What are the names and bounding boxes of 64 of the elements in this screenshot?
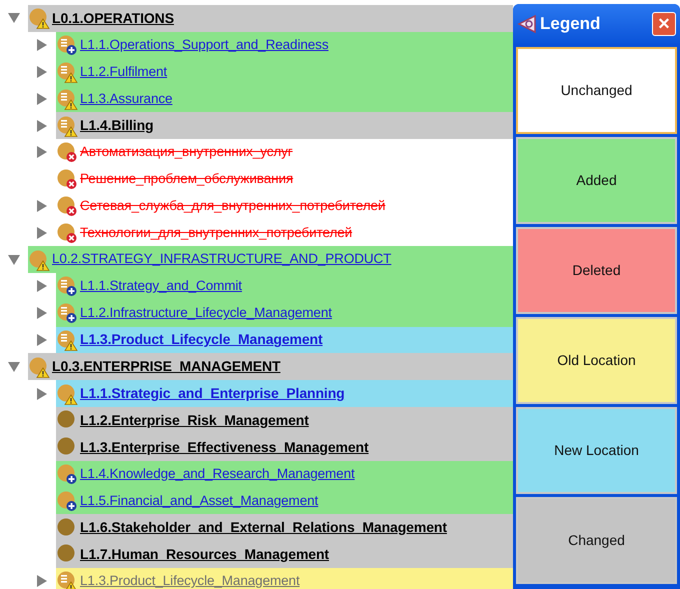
expand-icon[interactable] [37, 388, 47, 400]
legend-item[interactable]: Added [516, 137, 677, 224]
tree-row[interactable]: L1.3.Product_Lifecycle_Management [56, 326, 513, 354]
tree-node-label[interactable]: L1.5.Financial_and_Asset_Management [80, 490, 318, 511]
expand-icon[interactable] [37, 146, 47, 158]
legend-item[interactable]: Unchanged [516, 47, 677, 134]
collapse-icon[interactable] [8, 362, 20, 372]
expand-icon[interactable] [37, 66, 47, 78]
tree-row[interactable]: L0.2.STRATEGY_INFRASTRUCTURE_AND_PRODUCT [28, 246, 513, 273]
tree-row[interactable]: L1.1.Operations_Support_and_Readiness [56, 32, 513, 59]
window-title: Legend [540, 13, 600, 36]
tree-node-label[interactable]: L1.1.Strategic_and_Enterprise_Planning [80, 383, 345, 404]
tree-node-label[interactable]: L1.7.Human_Resources_Management [80, 544, 329, 565]
tree-row[interactable]: L1.3.Product_Lifecycle_Management [56, 568, 513, 589]
collapse-icon[interactable] [8, 254, 20, 265]
legend-item[interactable]: New Location [516, 407, 677, 494]
tree-node-label[interactable]: L1.3.Enterprise_Effectiveness_Management [80, 436, 369, 458]
tree-row[interactable]: L0.1.OPERATIONS [28, 5, 513, 32]
legend-item[interactable]: Changed [516, 497, 677, 584]
close-button[interactable]: × [652, 12, 676, 36]
tree-row[interactable]: L1.2.Fulfilment [56, 58, 513, 86]
expand-icon[interactable] [37, 280, 47, 292]
tree-row[interactable]: L1.2.Enterprise_Risk_Management [56, 406, 513, 434]
tree-node-label[interactable]: L1.2.Infrastructure_Lifecycle_Management [80, 303, 332, 324]
expand-icon[interactable] [37, 92, 47, 105]
expand-icon[interactable] [37, 39, 47, 52]
tree-row[interactable]: L1.4.Billing [56, 112, 513, 139]
tree-node-label[interactable]: Решение_проблем_обслуживания [80, 169, 294, 190]
tree-node-label[interactable]: L1.3.Assurance [80, 88, 172, 109]
tree-row[interactable]: L1.5.Financial_and_Asset_Management [56, 487, 513, 514]
tree-node-label[interactable]: L1.2.Enterprise_Risk_Management [80, 410, 309, 431]
expand-icon[interactable] [37, 226, 47, 239]
tree-node-label[interactable]: L0.2.STRATEGY_INFRASTRUCTURE_AND_PRODUCT [52, 249, 392, 270]
tree-node-label[interactable]: L1.3.Product_Lifecycle_Management [80, 571, 300, 589]
tree-row[interactable]: L1.2.Infrastructure_Lifecycle_Management [56, 300, 513, 327]
tree-row[interactable]: L1.1.Strategic_and_Enterprise_Planning [56, 380, 513, 407]
expand-icon[interactable] [37, 120, 47, 132]
tree-node-label[interactable]: L1.6.Stakeholder_and_External_Relations_Management [80, 517, 447, 538]
tree-node-label[interactable]: Сетевая_служба_для_внутренних_потребителей [80, 196, 386, 216]
app-icon [517, 14, 537, 34]
tree-row[interactable]: L0.3.ENTERPRISE_MANAGEMENT [28, 353, 513, 380]
expand-icon[interactable] [37, 334, 47, 346]
tree-node-label[interactable]: Технологии_для_внутренних_потребителей [80, 222, 352, 243]
tree-node-label[interactable]: L1.1.Strategy_and_Commit [80, 276, 242, 296]
tree-node-label[interactable]: L1.3.Product_Lifecycle_Management [80, 329, 323, 350]
tree-row[interactable]: L1.4.Knowledge_and_Research_Management [56, 460, 513, 488]
tree-node-label[interactable]: L0.1.OPERATIONS [52, 8, 174, 29]
legend-item[interactable]: Deleted [516, 227, 677, 314]
tree-node-label[interactable]: L1.4.Knowledge_and_Research_Management [80, 464, 355, 484]
expand-icon[interactable] [37, 307, 47, 320]
tree-node-label[interactable]: Автоматизация_внутренних_услуг [80, 142, 293, 162]
tree-row[interactable]: L1.1.Strategy_and_Commit [56, 272, 513, 300]
tree-node-label[interactable]: L1.1.Operations_Support_and_Readiness [80, 35, 328, 56]
legend-item[interactable]: Old Location [516, 317, 677, 404]
expand-icon[interactable] [37, 575, 47, 588]
tree-row[interactable]: L1.6.Stakeholder_and_External_Relations_Management [56, 514, 513, 541]
tree-node-label[interactable]: L1.4.Billing [80, 115, 154, 136]
tree-row[interactable]: L1.3.Enterprise_Effectiveness_Management [56, 434, 513, 461]
tree-node-label[interactable]: L0.3.ENTERPRISE_MANAGEMENT [52, 356, 280, 378]
collapse-icon[interactable] [8, 13, 20, 24]
tree-row[interactable]: L1.3.Assurance [56, 85, 513, 112]
tree-node-label[interactable]: L1.2.Fulfilment [80, 62, 168, 82]
expand-icon[interactable] [37, 200, 47, 212]
tree-row[interactable]: L1.7.Human_Resources_Management [56, 540, 513, 568]
